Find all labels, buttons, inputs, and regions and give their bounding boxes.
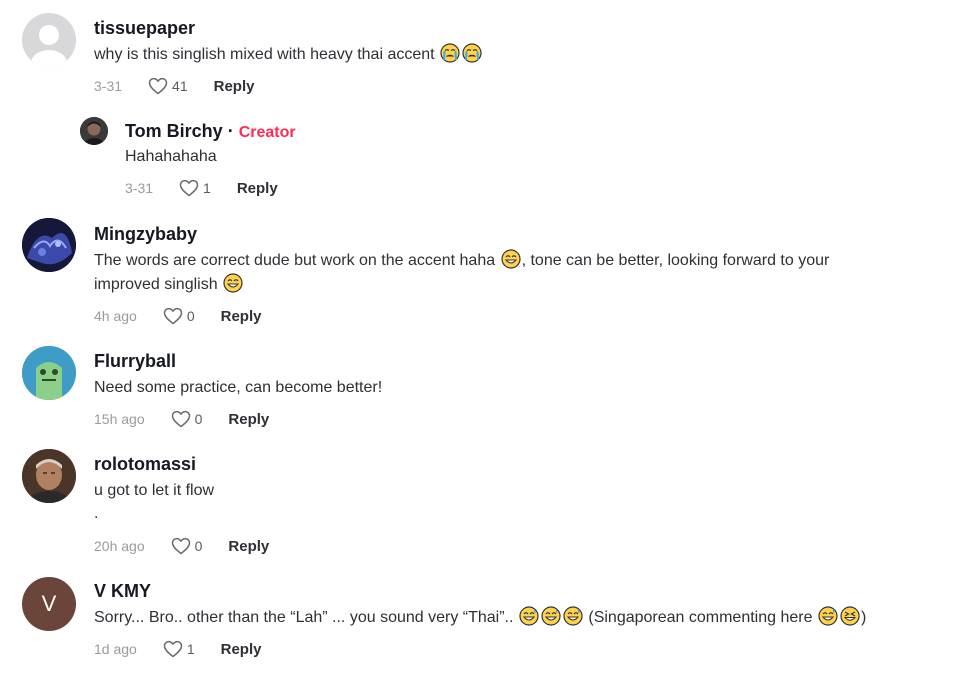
like-button[interactable]: 0 — [163, 307, 195, 325]
default-avatar-icon — [31, 25, 67, 67]
heart-icon — [179, 179, 199, 197]
like-count: 0 — [194, 538, 203, 554]
comment-time: 3-31 — [94, 78, 123, 94]
comment-meta: 3-31 41 Reply — [94, 77, 254, 95]
heart-icon — [171, 537, 191, 555]
like-count: 41 — [172, 78, 188, 94]
comment-text-body: (Singaporean commenting here — [588, 609, 813, 626]
laughing-face-icon — [223, 273, 243, 293]
comment-time: 1d ago — [94, 641, 137, 657]
laughing-face-icon — [501, 249, 521, 269]
comment-username[interactable]: Mingzybaby — [94, 224, 197, 245]
heart-icon — [171, 410, 191, 428]
comment-time: 15h ago — [94, 411, 145, 427]
creator-badge: Creator — [238, 124, 296, 141]
comment-meta: 15h ago 0 Reply — [94, 410, 269, 428]
comment-text-body: The words are correct dude but work on t… — [94, 252, 496, 269]
avatar[interactable] — [80, 117, 108, 145]
squinting-face-icon — [840, 606, 860, 626]
green-creature-icon — [22, 346, 76, 400]
avatar[interactable] — [22, 346, 76, 400]
heart-icon — [163, 307, 183, 325]
comment-meta: 20h ago 0 Reply — [94, 537, 269, 555]
comment-meta: 4h ago 0 Reply — [94, 307, 261, 325]
heart-icon — [163, 640, 183, 658]
like-count: 1 — [203, 180, 211, 196]
comment-time: 3-31 — [125, 180, 154, 196]
comment-text: why is this singlish mixed with heavy th… — [94, 43, 934, 67]
comment-time: 4h ago — [94, 308, 137, 324]
like-count: 0 — [194, 411, 203, 427]
comment-text: u got to let it flow — [94, 482, 215, 499]
like-button[interactable]: 0 — [171, 537, 203, 555]
comment-text-body: ) — [860, 609, 867, 626]
profile-photo-icon — [22, 218, 76, 272]
reply-button[interactable]: Reply — [221, 641, 262, 658]
comment-username-row: Tom Birchy · Creator — [125, 121, 296, 142]
heart-icon — [148, 77, 168, 95]
like-button[interactable]: 41 — [148, 77, 188, 95]
comment-text-body: why is this singlish mixed with heavy th… — [94, 46, 435, 63]
comment-text-body: , tone can be better, looking forward to… — [521, 252, 830, 269]
avatar[interactable] — [22, 449, 76, 503]
reply-button[interactable]: Reply — [228, 411, 269, 428]
comment-text-body: Sorry... Bro.. other than the “Lah” ... … — [94, 609, 514, 626]
comment-username[interactable]: rolotomassi — [94, 454, 196, 475]
like-button[interactable]: 1 — [163, 640, 195, 658]
crying-face-icon — [440, 43, 460, 63]
comment-username[interactable]: tissuepaper — [94, 18, 195, 39]
comment-time: 20h ago — [94, 538, 145, 554]
comment-username[interactable]: Flurryball — [94, 351, 176, 372]
profile-photo-icon — [80, 117, 108, 145]
comment-username[interactable]: Tom Birchy — [125, 121, 223, 141]
reply-button[interactable]: Reply — [221, 308, 262, 325]
grinning-sweat-face-icon — [818, 606, 838, 626]
like-count: 0 — [186, 308, 195, 324]
reply-button[interactable]: Reply — [237, 180, 278, 197]
comment-text: Hahahahaha — [125, 148, 217, 165]
comment-text: The words are correct dude but work on t… — [94, 249, 934, 297]
comment-username[interactable]: V KMY — [94, 581, 151, 602]
comment-text: Sorry... Bro.. other than the “Lah” ... … — [94, 606, 954, 630]
comment-text-body: improved singlish — [94, 276, 218, 293]
comment-meta: 3-31 1 Reply — [125, 179, 278, 197]
avatar[interactable]: V — [22, 577, 76, 631]
reply-button[interactable]: Reply — [228, 538, 269, 555]
profile-photo-icon — [22, 449, 76, 503]
like-button[interactable]: 0 — [171, 410, 203, 428]
like-button[interactable]: 1 — [179, 179, 211, 197]
separator-dot: · — [227, 121, 234, 141]
grinning-sweat-face-icon — [519, 606, 539, 626]
avatar[interactable] — [22, 13, 76, 67]
reply-button[interactable]: Reply — [214, 78, 255, 95]
crying-face-icon — [462, 43, 482, 63]
grinning-sweat-face-icon — [563, 606, 583, 626]
comment-text-line: . — [94, 505, 99, 522]
comment-text: Need some practice, can become better! — [94, 379, 383, 396]
like-count: 1 — [186, 641, 195, 657]
avatar-letter: V — [41, 591, 57, 616]
avatar[interactable] — [22, 218, 76, 272]
grinning-sweat-face-icon — [541, 606, 561, 626]
comment-meta: 1d ago 1 Reply — [94, 640, 261, 658]
